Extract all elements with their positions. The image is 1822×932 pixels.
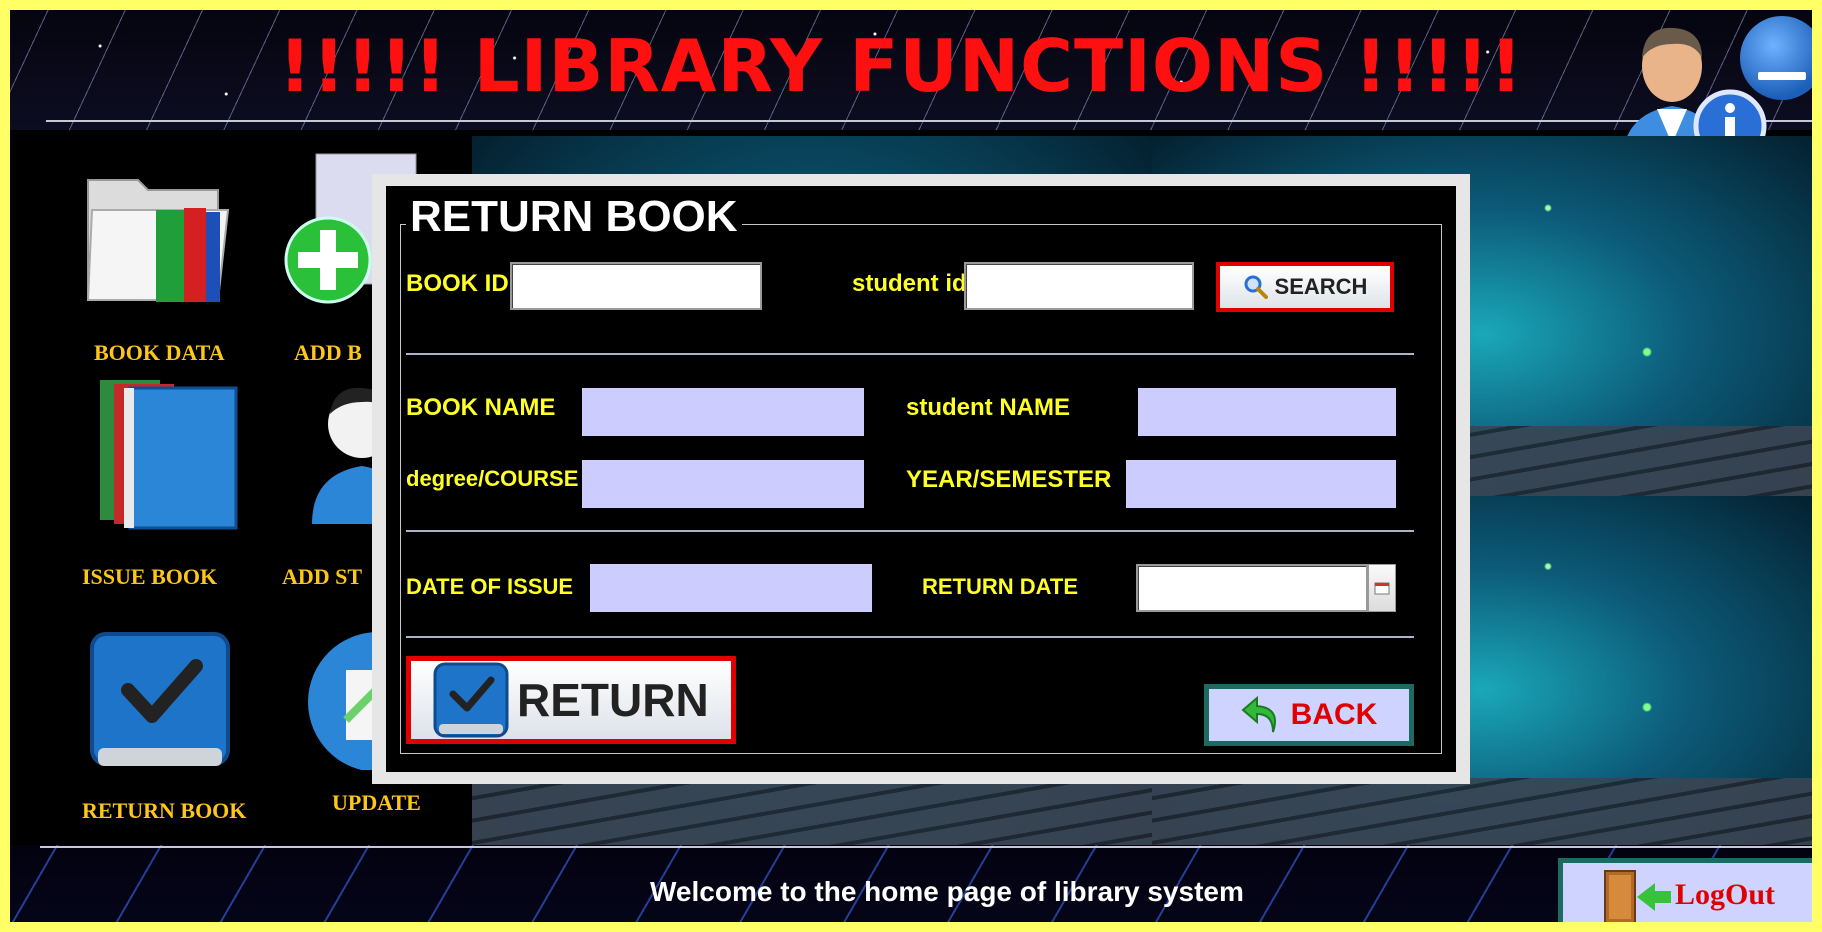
footer-divider bbox=[40, 846, 1812, 848]
student-name-label: student NAME bbox=[906, 394, 1070, 421]
issue-book-tile[interactable]: ISSUE BOOK bbox=[80, 374, 260, 594]
calendar-button[interactable] bbox=[1368, 564, 1396, 612]
logout-label: LogOut bbox=[1674, 878, 1775, 911]
course-label: degree/COURSE bbox=[406, 466, 579, 491]
checkmark-icon bbox=[433, 662, 509, 738]
issue-book-icon bbox=[100, 380, 238, 530]
return-label: RETURN bbox=[517, 674, 709, 726]
return-book-dialog: RETURN BOOK BOOK ID student id SEARCH BO… bbox=[372, 174, 1470, 784]
book-data-label: BOOK DATA bbox=[94, 340, 225, 365]
back-arrow-icon bbox=[1241, 695, 1276, 733]
student-id-label: student id bbox=[852, 270, 967, 297]
return-date-label: RETURN DATE bbox=[922, 574, 1079, 599]
calendar-icon bbox=[1374, 582, 1390, 595]
minimize-button[interactable] bbox=[1740, 16, 1812, 100]
scene-deck bbox=[1152, 778, 1812, 848]
return-date-input[interactable] bbox=[1136, 564, 1368, 612]
door-exit-icon bbox=[1604, 870, 1671, 922]
book-id-input[interactable] bbox=[510, 262, 762, 310]
book-id-label: BOOK ID bbox=[406, 270, 509, 297]
scene-deck bbox=[472, 778, 1152, 848]
search-icon bbox=[1244, 275, 1268, 299]
book-data-tile[interactable]: BOOK DATA bbox=[78, 150, 238, 370]
return-book-label: RETURN BOOK bbox=[82, 798, 247, 823]
date-of-issue-label: DATE OF ISSUE bbox=[406, 574, 574, 599]
add-book-label: ADD B bbox=[294, 340, 362, 365]
student-name-field bbox=[1138, 388, 1396, 436]
add-student-label: ADD ST bbox=[282, 564, 363, 589]
dialog-title: RETURN BOOK bbox=[406, 192, 742, 242]
dialog-body: RETURN BOOK BOOK ID student id SEARCH BO… bbox=[386, 186, 1456, 772]
year-semester-field bbox=[1126, 460, 1396, 508]
return-button[interactable]: RETURN bbox=[406, 656, 736, 744]
section-divider bbox=[406, 636, 1414, 638]
minimize-icon bbox=[1758, 72, 1806, 80]
app-window: !!!!! LIBRARY FUNCTIONS !!!!! BOOK DATA bbox=[0, 0, 1822, 932]
section-divider bbox=[406, 353, 1414, 355]
welcome-message: Welcome to the home page of library syst… bbox=[650, 876, 1244, 907]
course-field bbox=[582, 460, 864, 508]
search-button[interactable]: SEARCH bbox=[1216, 262, 1394, 312]
back-button[interactable]: BACK bbox=[1204, 684, 1414, 746]
header-divider bbox=[46, 120, 1812, 122]
book-name-field bbox=[582, 388, 864, 436]
app-title: !!!!! LIBRARY FUNCTIONS !!!!! bbox=[10, 24, 1812, 108]
issue-book-label: ISSUE BOOK bbox=[82, 564, 218, 589]
section-divider bbox=[406, 530, 1414, 532]
logout-button[interactable]: LogOut bbox=[1558, 858, 1812, 922]
update-label: UPDATE bbox=[332, 790, 421, 815]
app-title-text: !!!!! LIBRARY FUNCTIONS !!!!! bbox=[278, 24, 1524, 108]
student-id-input[interactable] bbox=[964, 262, 1194, 310]
search-label: SEARCH bbox=[1274, 274, 1368, 299]
book-name-label: BOOK NAME bbox=[406, 394, 556, 421]
return-book-icon bbox=[90, 632, 230, 766]
book-data-icon bbox=[86, 179, 230, 302]
year-semester-label: YEAR/SEMESTER bbox=[906, 466, 1112, 493]
back-label: BACK bbox=[1290, 698, 1378, 731]
date-of-issue-field bbox=[590, 564, 872, 612]
return-book-tile[interactable]: RETURN BOOK bbox=[80, 630, 270, 830]
